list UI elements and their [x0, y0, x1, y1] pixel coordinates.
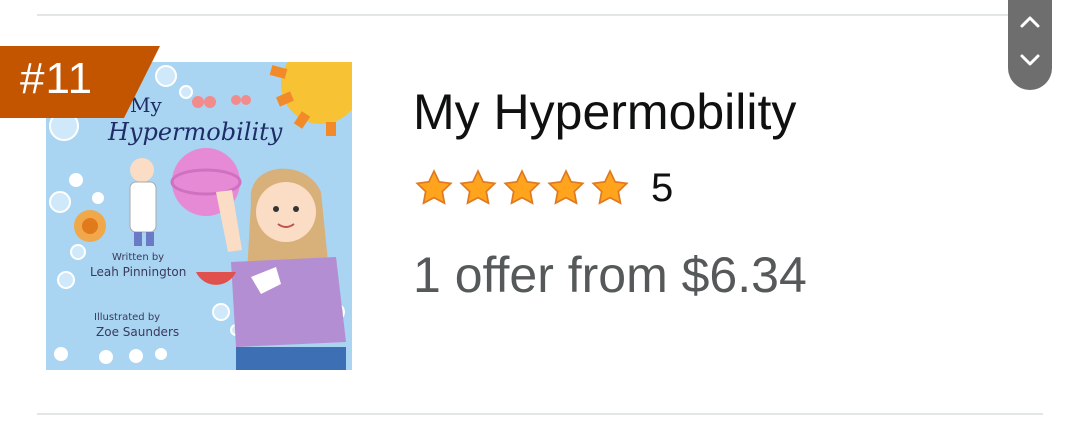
scroll-up-button[interactable] [1008, 2, 1052, 42]
cover-written-by-label: Written by [112, 252, 164, 263]
star-rating [413, 168, 631, 208]
star-icon [459, 169, 497, 205]
scroll-nav-pill [1008, 0, 1052, 90]
product-title[interactable]: My Hypermobility [413, 83, 796, 141]
rank-label: #11 [20, 54, 94, 103]
cover-illustrated-by-label: Illustrated by [94, 312, 160, 323]
divider-bottom [37, 413, 1043, 415]
star-icon [415, 169, 453, 205]
offer-link[interactable]: 1 offer from $6.34 [413, 246, 807, 304]
star-icon [547, 169, 585, 205]
chevron-up-icon [1020, 16, 1040, 28]
rating-row[interactable]: 5 [413, 166, 673, 210]
product-list-item[interactable]: My Hypermobility Written by Leah Pinning… [0, 0, 1079, 421]
cover-illustrator: Zoe Saunders [96, 325, 179, 339]
rating-count[interactable]: 5 [651, 166, 673, 210]
divider-top [37, 14, 1043, 16]
cover-author: Leah Pinnington [90, 265, 186, 279]
scroll-down-button[interactable] [1008, 40, 1052, 80]
chevron-down-icon [1020, 54, 1040, 66]
star-icon [503, 169, 541, 205]
rank-badge: #11 [0, 46, 160, 118]
cover-title-line2: Hypermobility [107, 118, 283, 146]
star-icon [591, 169, 629, 205]
